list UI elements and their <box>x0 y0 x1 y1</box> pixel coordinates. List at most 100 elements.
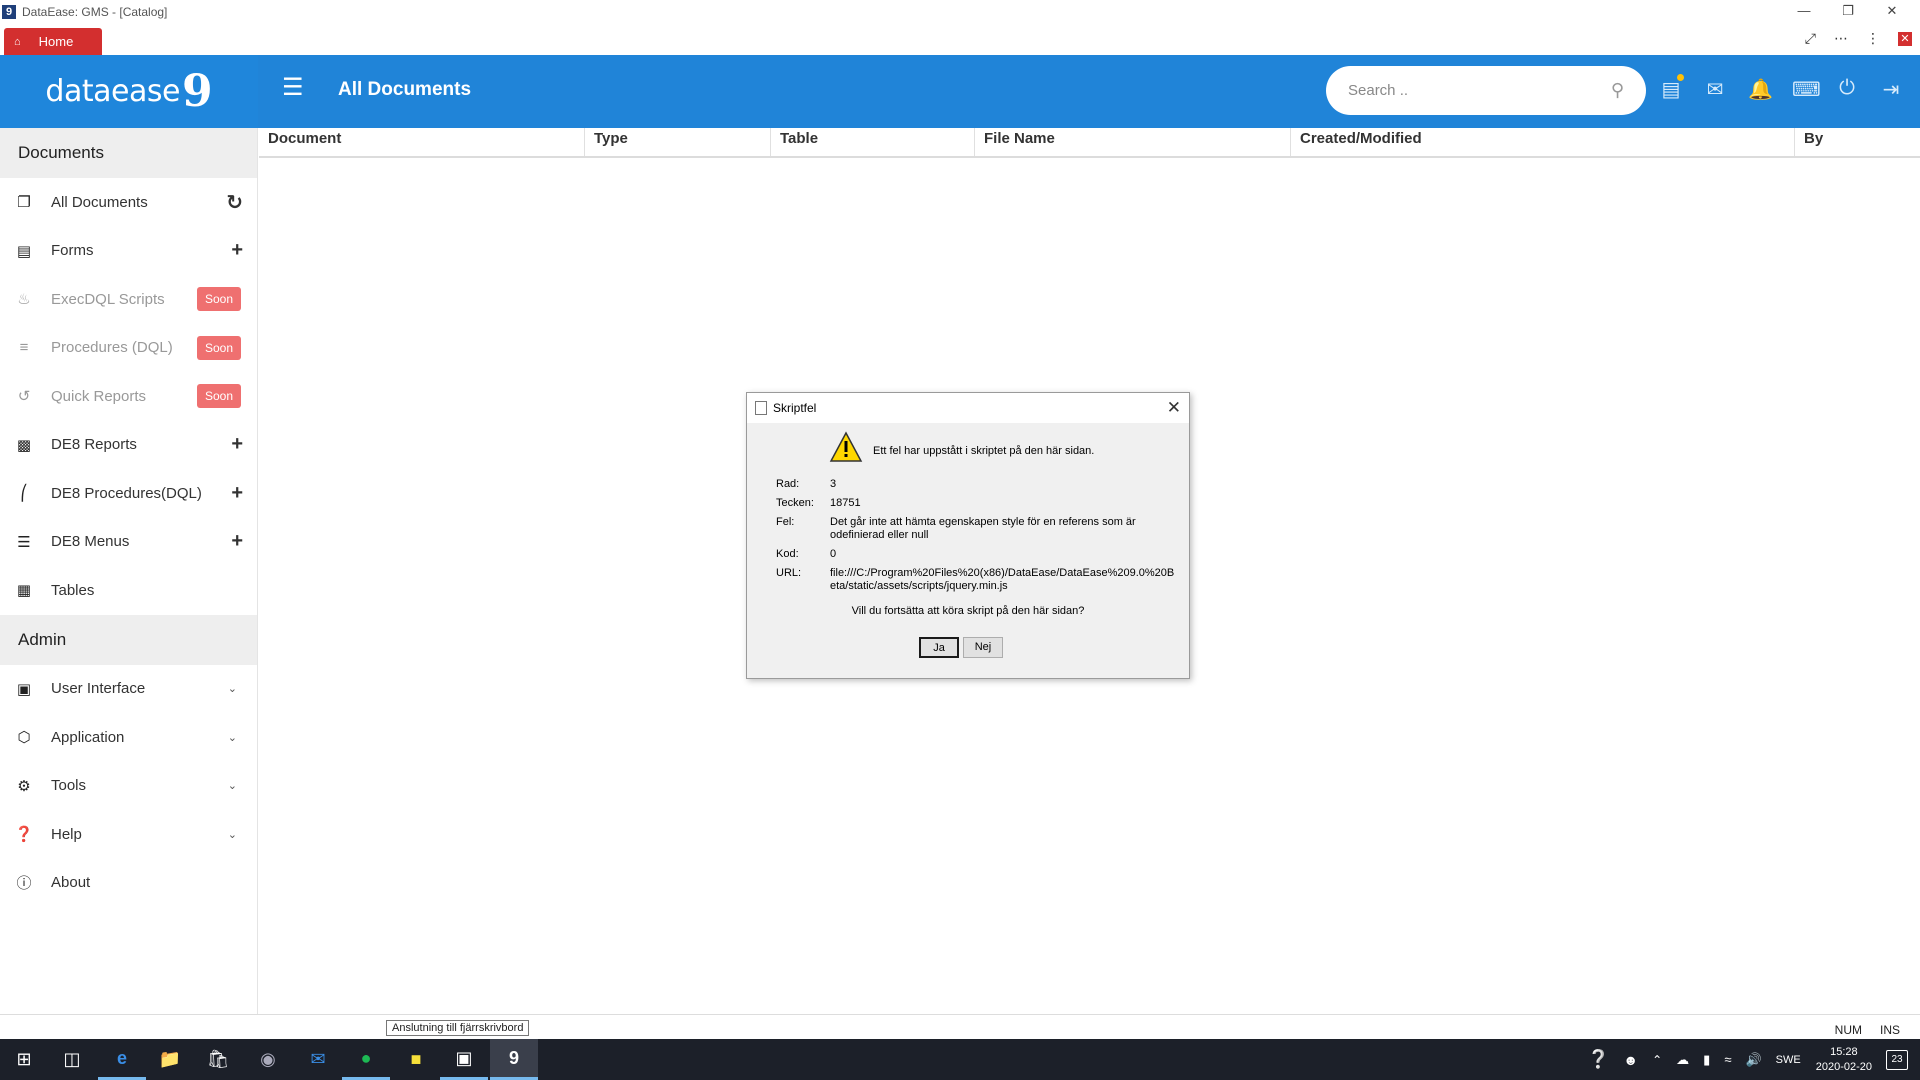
error-key: URL: <box>776 567 802 579</box>
sidebar-item-label: Help <box>51 825 82 843</box>
sidebar-heading-documents: Documents <box>0 128 257 178</box>
more-horizontal-icon[interactable]: ⋯ <box>1834 30 1848 47</box>
sidebar-item-tables[interactable]: ▦ Tables <box>0 566 257 615</box>
sidebar-item-application[interactable]: ⬡ Application ⌄ <box>0 713 257 762</box>
chevron-down-icon: ⌄ <box>227 731 237 744</box>
terminal-icon[interactable]: ⌨ <box>1792 77 1821 102</box>
sidebar-item-about[interactable]: ⓘ About <box>0 859 257 908</box>
sidebar-item-de8-reports[interactable]: ▩ DE8 Reports + <box>0 421 257 470</box>
task-view-icon[interactable]: ◫ <box>48 1039 96 1080</box>
search-icon[interactable]: ⚲ <box>1611 80 1624 101</box>
logout-icon[interactable]: ⇥ <box>1880 77 1902 102</box>
notification-center-icon[interactable]: 23 <box>1886 1049 1908 1070</box>
camera-app-icon[interactable]: ◉ <box>244 1039 292 1080</box>
cloud-icon[interactable]: ☁ <box>1676 1052 1689 1068</box>
wifi-icon[interactable]: ≈ <box>1724 1052 1731 1067</box>
people-icon[interactable]: ☻ <box>1623 1052 1638 1068</box>
tab-home-label: Home <box>38 34 74 49</box>
column-header-file-name[interactable]: File Name <box>975 128 1291 156</box>
sidebar-item-label: All Documents <box>51 193 148 211</box>
plus-icon[interactable]: + <box>231 530 243 553</box>
sidebar-item-de8-menus[interactable]: ☰ DE8 Menus + <box>0 518 257 567</box>
documents-icon: ❐ <box>17 194 31 212</box>
restore-icon[interactable]: ❐ <box>1826 0 1870 24</box>
logo[interactable]: dataease 9 <box>0 55 258 128</box>
more-vertical-icon[interactable]: ⋮ <box>1866 30 1880 47</box>
search-input[interactable] <box>1348 82 1611 99</box>
column-header-document[interactable]: Document <box>259 128 585 156</box>
fullscreen-icon[interactable]: ⤢ <box>1805 30 1816 47</box>
sidebar-heading-admin: Admin <box>0 614 257 665</box>
bell-icon[interactable]: 🔔 <box>1748 77 1773 102</box>
minimize-icon[interactable]: — <box>1782 0 1826 24</box>
chevron-down-icon: ⌄ <box>227 683 237 696</box>
sidebar-item-procedures-dql[interactable]: ≡ Procedures (DQL) Soon <box>0 324 257 373</box>
outlook-icon[interactable]: ✉ <box>294 1039 342 1080</box>
sidebar-item-de8-procedures[interactable]: ⎛ DE8 Procedures(DQL) + <box>0 469 257 518</box>
sticky-notes-icon[interactable]: ■ <box>392 1039 440 1080</box>
refresh-icon[interactable]: ↻ <box>226 190 243 215</box>
dialog-question: Vill du fortsätta att köra skript på den… <box>851 605 1085 617</box>
no-button[interactable]: Nej <box>963 637 1003 658</box>
error-row-url: URL: file:///C:/Program%20Files%20(x86)/… <box>776 567 1176 593</box>
battery-icon[interactable]: ▮ <box>1703 1052 1710 1068</box>
tab-home[interactable]: ⌂ Home <box>4 28 102 55</box>
dataease-taskbar-icon[interactable]: 9 <box>490 1039 538 1080</box>
yes-button[interactable]: Ja <box>919 637 959 658</box>
error-value: 0 <box>830 548 837 560</box>
sidebar-item-execdql-scripts[interactable]: ♨ ExecDQL Scripts Soon <box>0 275 257 324</box>
column-header-type[interactable]: Type <box>585 128 771 156</box>
close-icon[interactable]: ✕ <box>1167 398 1181 418</box>
power-icon[interactable]: ⏻ <box>1836 77 1858 102</box>
windows-taskbar: ⊞ ◫ e 📁 🛍 ◉ ✉ ● ■ ▣ 9 ❔ ☻ ⌃ ☁ ▮ ≈ 🔊 SWE … <box>0 1039 1920 1080</box>
page-title: All Documents <box>338 79 472 100</box>
clock[interactable]: 15:28 2020-02-20 <box>1816 1045 1872 1075</box>
sidebar-item-label: Forms <box>51 242 94 260</box>
help-tray-icon[interactable]: ❔ <box>1587 1049 1609 1070</box>
app-logo-icon: 9 <box>2 5 16 19</box>
sidebar-item-help[interactable]: ❓ Help ⌄ <box>0 810 257 859</box>
plus-icon[interactable]: + <box>231 482 243 505</box>
sidebar-item-forms[interactable]: ▤ Forms + <box>0 227 257 276</box>
file-explorer-icon[interactable]: 📁 <box>146 1039 194 1080</box>
hamburger-menu-icon[interactable]: ☰ <box>282 76 304 100</box>
sidebar-item-user-interface[interactable]: ▣ User Interface ⌄ <box>0 665 257 714</box>
error-value: file:///C:/Program%20Files%20(x86)/DataE… <box>830 567 1175 592</box>
window-title: DataEase: GMS - [Catalog] <box>22 5 168 19</box>
edge-browser-icon[interactable]: e <box>98 1039 146 1080</box>
server-status-icon[interactable]: ▤ <box>1660 74 1684 102</box>
language-indicator[interactable]: SWE <box>1776 1054 1801 1066</box>
remote-desktop-icon[interactable]: ▣ <box>440 1039 488 1080</box>
close-window-icon[interactable]: ✕ <box>1870 0 1914 24</box>
error-row-error: Fel: Det går inte att hämta egenskapen s… <box>776 516 1176 542</box>
volume-icon[interactable]: 🔊 <box>1745 1052 1761 1068</box>
sidebar-item-label: User Interface <box>51 680 146 698</box>
column-header-created-modified[interactable]: Created/Modified <box>1291 128 1795 156</box>
spotify-icon[interactable]: ● <box>342 1039 390 1080</box>
column-header-table[interactable]: Table <box>771 128 975 156</box>
column-header-by[interactable]: By <box>1795 128 1920 156</box>
error-row-line: Rad: 3 <box>776 478 1176 491</box>
plus-icon[interactable]: + <box>231 239 243 262</box>
clock-date: 2020-02-20 <box>1815 1060 1872 1073</box>
cube-icon: ⬡ <box>17 729 31 747</box>
soon-badge: Soon <box>196 287 241 312</box>
plus-icon[interactable]: + <box>231 433 243 456</box>
gear-icon: ⚙ <box>17 777 31 795</box>
sidebar-item-all-documents[interactable]: ❐ All Documents ↻ <box>0 178 257 227</box>
procedure-icon: ⎛ <box>20 485 28 503</box>
sidebar-item-quick-reports[interactable]: ↺ Quick Reports Soon <box>0 372 257 421</box>
store-icon[interactable]: 🛍 <box>194 1039 242 1080</box>
flame-icon: ♨ <box>17 291 31 309</box>
error-value: 3 <box>830 478 837 490</box>
chevron-up-icon[interactable]: ⌃ <box>1652 1053 1662 1067</box>
sidebar-item-tools[interactable]: ⚙ Tools ⌄ <box>0 762 257 811</box>
close-tab-icon[interactable]: ✕ <box>1898 31 1912 46</box>
mail-icon[interactable]: ✉ <box>1704 77 1726 102</box>
question-icon: ❓ <box>14 826 34 844</box>
menu-icon: ☰ <box>17 533 31 551</box>
windows-start-icon[interactable]: ⊞ <box>0 1039 48 1080</box>
error-row-code: Kod: 0 <box>776 548 1176 561</box>
logo-text: dataease <box>45 74 180 109</box>
error-key: Rad: <box>776 478 800 490</box>
